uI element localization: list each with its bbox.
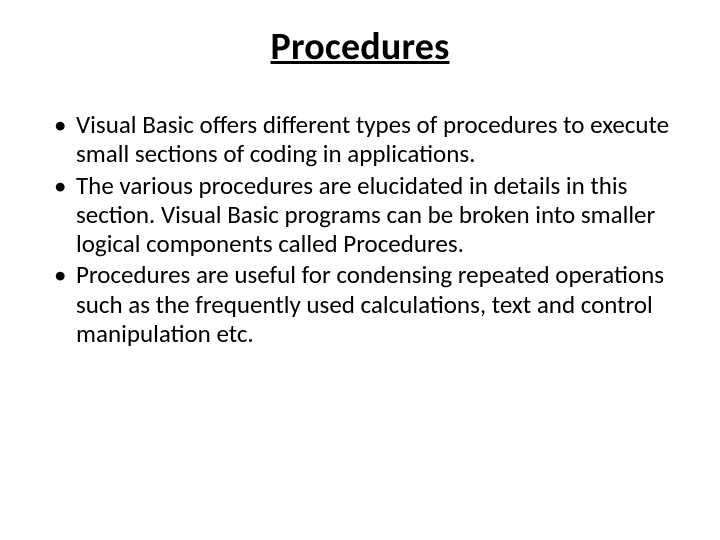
slide-container: Procedures Visual Basic offers different… [0, 0, 720, 540]
list-item: Visual Basic offers different types of p… [48, 110, 672, 169]
list-item: The various procedures are elucidated in… [48, 171, 672, 259]
slide-title: Procedures [48, 24, 672, 70]
bullet-list: Visual Basic offers different types of p… [48, 110, 672, 348]
list-item: Procedures are useful for condensing rep… [48, 260, 672, 348]
